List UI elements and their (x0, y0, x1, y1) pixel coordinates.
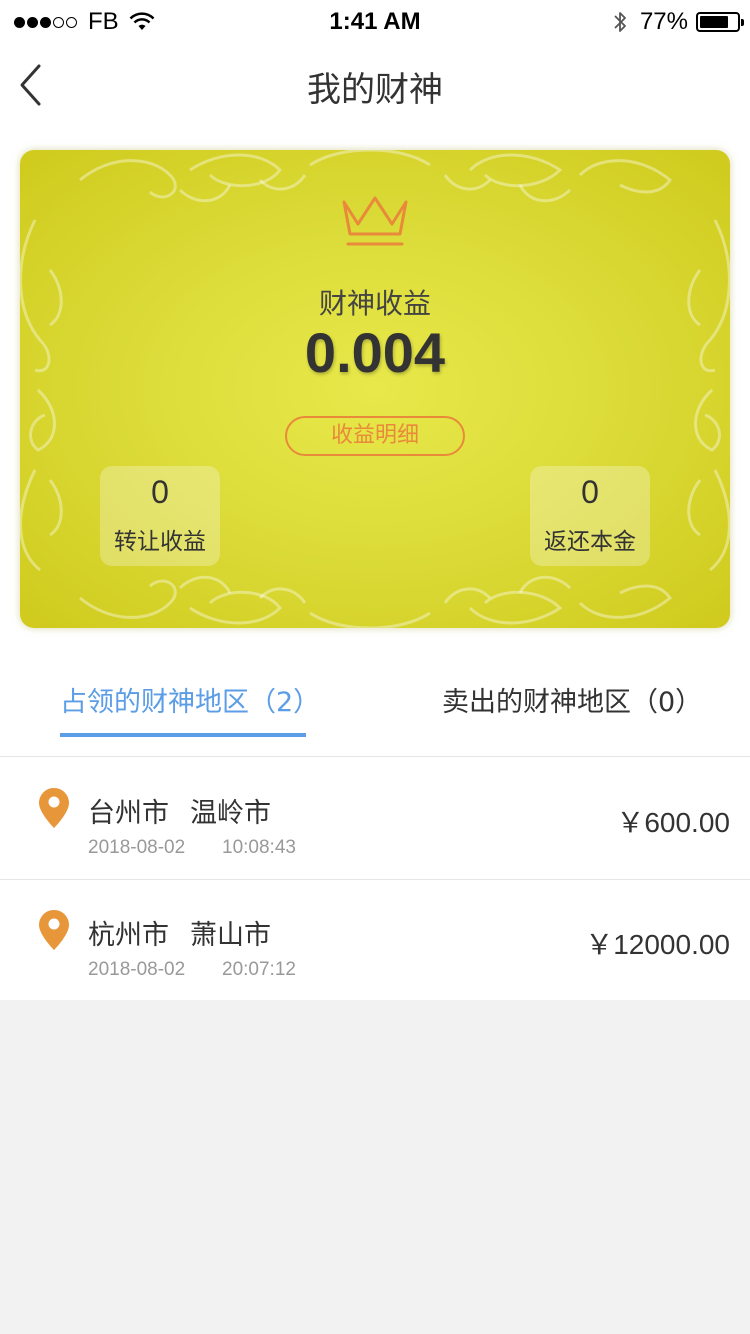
row-city: 杭州市 (88, 920, 169, 951)
location-pin-icon (39, 910, 69, 950)
list-item[interactable]: 杭州市 萧山市 2018-08-02 20:07:12 ￥12000.00 (0, 879, 750, 1001)
income-detail-button[interactable]: 收益明细 (285, 416, 465, 456)
battery-icon (696, 12, 744, 32)
status-bar: FB 1:41 AM 77% (0, 0, 750, 42)
row-district: 温岭市 (190, 798, 271, 829)
battery-percent: 77% (639, 8, 688, 35)
return-principal-value: 0 (581, 474, 599, 510)
transfer-income-value: 0 (151, 474, 169, 510)
location-pin-icon (39, 788, 69, 828)
row-city: 台州市 (88, 798, 169, 829)
bluetooth-icon (614, 12, 626, 32)
active-tab-indicator (60, 733, 306, 737)
transfer-income-box: 0 转让收益 (100, 466, 220, 566)
return-principal-label: 返还本金 (544, 529, 636, 555)
row-price: ￥12000.00 (585, 929, 730, 960)
tab-occupied-regions[interactable]: 占领的财神地区（2） (60, 680, 320, 719)
row-price: ￥600.00 (616, 807, 730, 838)
battery-cap (741, 19, 744, 26)
return-principal-box: 0 返还本金 (530, 466, 650, 566)
row-date: 2018-08-02 (88, 837, 186, 858)
crown-icon (342, 196, 408, 246)
page-title: 我的财神 (307, 70, 443, 110)
transfer-income-label: 转让收益 (114, 529, 206, 555)
tab-sold-regions[interactable]: 卖出的财神地区（0） (442, 680, 702, 719)
row-time: 20:07:12 (222, 959, 296, 980)
region-tabs: 占领的财神地区（2） 卖出的财神地区（0） (0, 660, 750, 756)
battery-level (700, 16, 728, 28)
status-right: 77% (612, 8, 744, 36)
row-time: 10:08:43 (222, 837, 296, 858)
nav-bar: 我的财神 (0, 42, 750, 128)
list-item[interactable]: 台州市 温岭市 2018-08-02 10:08:43 ￥600.00 (0, 757, 750, 879)
income-value: 0.004 (304, 321, 446, 384)
row-district: 萧山市 (190, 920, 271, 951)
income-card: 财神收益 0.004 收益明细 0 转让收益 0 返还本金 (20, 150, 730, 628)
income-label: 财神收益 (318, 287, 431, 320)
row-date: 2018-08-02 (88, 959, 186, 980)
